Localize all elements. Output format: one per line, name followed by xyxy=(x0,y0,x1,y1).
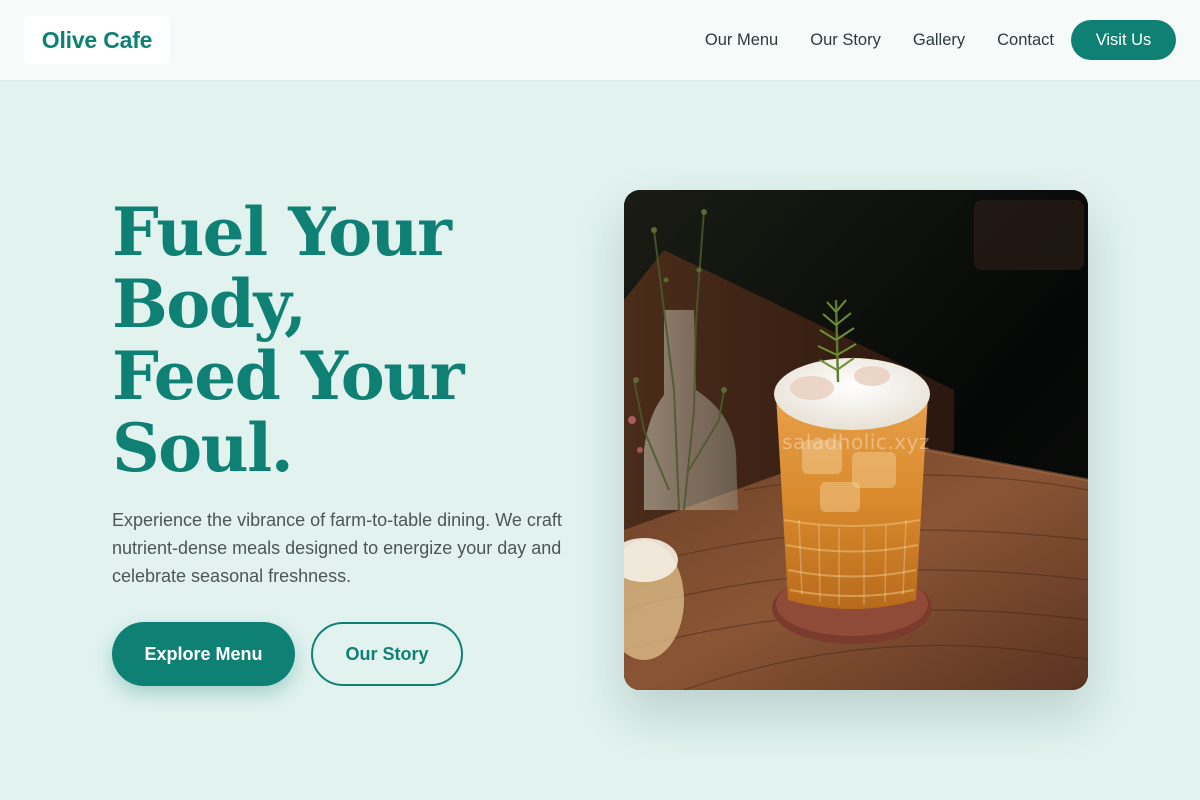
hero-title-line: Body, xyxy=(112,265,307,343)
hero-drink-photo: saladholic.xyz xyxy=(624,190,1088,690)
top-navbar: Olive Cafe Our Menu Our Story Gallery Co… xyxy=(0,0,1200,80)
hero-title-line: Soul. xyxy=(112,409,294,487)
explore-menu-button[interactable]: Explore Menu xyxy=(112,622,295,686)
hero-title: Fuel Your Body, Feed Your Soul. xyxy=(112,196,582,484)
visit-us-button[interactable]: Visit Us xyxy=(1071,20,1176,60)
hero-title-line: Feed Your xyxy=(112,337,465,415)
main-nav: Our Menu Our Story Gallery Contact xyxy=(705,0,1054,80)
our-story-button[interactable]: Our Story xyxy=(311,622,463,686)
nav-link-contact[interactable]: Contact xyxy=(997,31,1054,50)
brand-logo[interactable]: Olive Cafe xyxy=(24,16,170,64)
nav-link-our-menu[interactable]: Our Menu xyxy=(705,31,778,50)
hero-title-line: Fuel Your xyxy=(112,193,452,271)
nav-link-our-story[interactable]: Our Story xyxy=(810,31,881,50)
hero-description: Experience the vibrance of farm-to-table… xyxy=(112,510,562,586)
nav-link-gallery[interactable]: Gallery xyxy=(913,31,965,50)
